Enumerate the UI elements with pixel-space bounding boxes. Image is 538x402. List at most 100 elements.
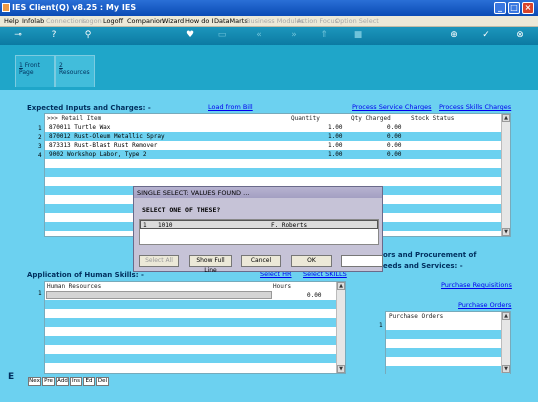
empty-row[interactable] (386, 348, 510, 357)
empty-row[interactable] (386, 357, 510, 366)
select-all-button[interactable]: Select All (139, 255, 179, 267)
scroll-down-icon[interactable]: ▼ (337, 365, 345, 373)
scroll-up-icon[interactable]: ▲ (337, 282, 345, 290)
ok-button[interactable]: OK (291, 255, 332, 267)
menu-infolab[interactable]: Infolab (22, 17, 44, 25)
retail-item-cell: 9002 Workshop Labor, Type 2 (49, 151, 147, 158)
empty-row[interactable] (45, 363, 345, 372)
menu-wizard[interactable]: Wizard (162, 17, 184, 25)
table-row[interactable]: 0.00 (45, 291, 345, 300)
table-row[interactable] (386, 321, 510, 330)
previous-button[interactable]: Pre (42, 377, 55, 386)
add-icon[interactable]: ⊕ (448, 30, 460, 41)
tab-resources-label: Resources (59, 69, 90, 76)
menu-how-do-i[interactable]: How do I (185, 17, 213, 25)
hr-table-header: Human Resources Hours (45, 282, 345, 290)
empty-row[interactable] (386, 339, 510, 348)
insert-button[interactable]: Ins (70, 377, 82, 386)
empty-row[interactable] (45, 327, 345, 336)
empty-row[interactable] (45, 168, 510, 177)
retail-item-cell: 870012 Rust-Oleum Metallic Spray (49, 133, 165, 140)
scroll-down-icon[interactable]: ▼ (502, 228, 510, 236)
window-title: IES Client(Q) v8.25 : My IES (12, 3, 137, 12)
menu-connections: Connections (46, 17, 87, 25)
cancel-button[interactable]: Cancel (241, 255, 281, 267)
procurement-title-line1: ors and Procurement of (383, 251, 477, 259)
hr-scrollbar[interactable]: ▲ ▼ (336, 282, 345, 373)
search-icon[interactable]: ⚲ (82, 30, 94, 41)
heart-icon[interactable]: ♥ (184, 30, 196, 41)
tab-front-page-number: 1 (19, 62, 23, 69)
table-row[interactable]: 873313 Rust-Blast Rust Remover 1.00 0.00 (45, 141, 510, 150)
tab-front-page[interactable]: 1 Front Page (15, 55, 55, 87)
menu-business-modules: Business Modules (246, 17, 304, 25)
scroll-down-icon[interactable]: ▼ (502, 365, 510, 373)
load-from-bill-link[interactable]: Load from Bill (208, 103, 253, 111)
po-row-number: 1 (379, 322, 383, 329)
empty-row[interactable] (45, 318, 345, 327)
key-icon[interactable]: ⊸ (8, 30, 28, 41)
upload-icon[interactable]: ⇑ (318, 30, 330, 41)
retail-item-cell: 870011 Turtle Wax (49, 124, 111, 131)
list-item[interactable]: 1 1010 F. Roberts (140, 220, 378, 229)
qty-charged-cell: 0.00 (387, 133, 402, 140)
inputs-scrollbar[interactable]: ▲ ▼ (501, 114, 510, 236)
empty-row[interactable] (45, 309, 345, 318)
result-row-number: 1 (143, 222, 147, 229)
add-button[interactable]: Add (56, 377, 69, 386)
show-full-line-button[interactable]: Show Full Line (189, 255, 232, 274)
header-qty-charged: Qty Charged (351, 115, 391, 122)
empty-row[interactable] (45, 336, 345, 345)
edit-button[interactable]: Ed (83, 377, 95, 386)
menu-logoff[interactable]: Logoff (103, 17, 123, 25)
empty-row[interactable] (45, 354, 345, 363)
close-button[interactable]: × (522, 2, 534, 14)
check-icon[interactable]: ✓ (480, 30, 492, 41)
empty-row[interactable] (45, 345, 345, 354)
dialog-filter-input[interactable] (341, 255, 383, 267)
human-resource-field[interactable] (46, 291, 272, 299)
cancel-icon[interactable]: ⊗ (514, 30, 526, 41)
app-icon (2, 3, 10, 12)
menu-datamarts[interactable]: DataMarts (214, 17, 248, 25)
menu-bar: Help Infolab Connections Logon Logoff Co… (0, 16, 538, 27)
quantity-cell: 1.00 (328, 124, 343, 131)
row-number: 2 (38, 134, 42, 141)
menu-logon: Logon (82, 17, 102, 25)
menu-action-focus: Action Focus (297, 17, 338, 25)
minimize-button[interactable]: _ (494, 2, 506, 14)
next-button[interactable]: Nex (28, 377, 41, 386)
empty-row[interactable] (45, 159, 510, 168)
rewind-icon[interactable]: « (253, 30, 265, 41)
tab-resources[interactable]: 2 Resources (55, 55, 95, 87)
process-service-charges-link[interactable]: Process Service Charges (352, 103, 432, 111)
quantity-cell: 1.00 (328, 142, 343, 149)
empty-row[interactable] (386, 366, 510, 375)
table-row[interactable]: 870012 Rust-Oleum Metallic Spray 1.00 0.… (45, 132, 510, 141)
delete-button[interactable]: Del (96, 377, 109, 386)
empty-row[interactable] (45, 177, 510, 186)
row-number: 4 (38, 152, 42, 159)
human-skills-section-title: Application of Human Skills: - (27, 271, 144, 279)
side-letter: E (8, 372, 15, 382)
po-scrollbar[interactable]: ▲ ▼ (501, 312, 510, 373)
print-icon[interactable]: ▭ (216, 30, 228, 41)
help-icon[interactable]: ? (48, 30, 60, 41)
scroll-up-icon[interactable]: ▲ (502, 114, 510, 122)
stop-icon[interactable]: ■ (352, 30, 364, 41)
menu-companion[interactable]: Companion (127, 17, 164, 25)
menu-option-select: Option Select (335, 17, 379, 25)
maximize-button[interactable]: □ (508, 2, 520, 14)
purchase-requisitions-link[interactable]: Purchase Requisitions (441, 281, 512, 289)
process-skills-charges-link[interactable]: Process Skills Charges (439, 103, 511, 111)
fast-forward-icon[interactable]: » (288, 30, 300, 41)
table-row[interactable]: 870011 Turtle Wax 1.00 0.00 (45, 123, 510, 132)
empty-row[interactable] (386, 330, 510, 339)
empty-row[interactable] (45, 300, 345, 309)
dialog-title: SINGLE SELECT: VALUES FOUND ... (134, 187, 382, 198)
quantity-cell: 1.00 (328, 151, 343, 158)
table-row[interactable]: 9002 Workshop Labor, Type 2 1.00 0.00 (45, 150, 510, 159)
menu-help[interactable]: Help (4, 17, 19, 25)
purchase-orders-link[interactable]: Purchase Orders (458, 301, 511, 309)
scroll-up-icon[interactable]: ▲ (502, 312, 510, 320)
